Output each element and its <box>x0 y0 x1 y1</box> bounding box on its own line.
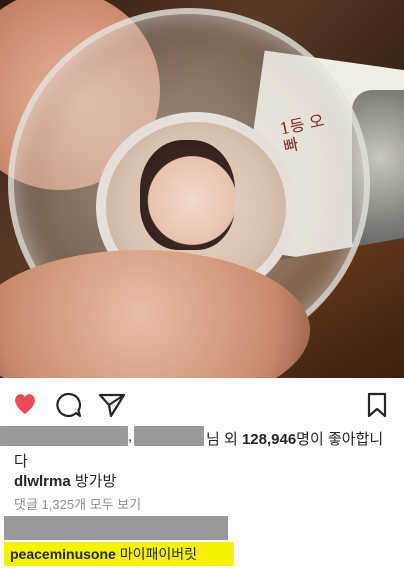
likes-text-wrap: 다 <box>14 453 28 470</box>
post-photo[interactable]: 1등 오빠 <box>0 0 404 378</box>
likes-row: , 님 외 128,946명이 좋아합니 <box>0 426 404 452</box>
caption-text: 방가방 <box>74 473 117 490</box>
likes-comma: , <box>128 428 133 445</box>
likes-count: 128,946 <box>241 431 297 448</box>
bookmark-icon[interactable] <box>366 392 388 418</box>
view-all-comments-link[interactable]: 댓글 1,325개 모두 보기 <box>14 494 141 513</box>
likes-text-after: 명이 좋아합니 <box>296 431 384 448</box>
action-bar <box>0 384 404 424</box>
redacted-comment <box>4 516 228 540</box>
redacted-username-2 <box>134 426 204 446</box>
likes-suffix-word: 님 외 <box>206 431 242 448</box>
photo-portrait <box>140 140 235 250</box>
likes-text[interactable]: 님 외 128,946명이 좋아합니 <box>206 428 383 449</box>
comment-username[interactable]: peaceminusone <box>10 546 116 562</box>
highlighted-comment: peaceminusone 마이패이버릿 <box>4 542 234 566</box>
share-icon[interactable] <box>98 392 126 418</box>
comment-icon[interactable] <box>56 392 82 418</box>
caption-username[interactable]: dlwlrma <box>14 473 71 490</box>
redacted-username-1 <box>0 426 128 446</box>
comment-text: 마이패이버릿 <box>119 546 197 562</box>
post-caption: dlwlrma 방가방 <box>14 470 116 491</box>
heart-icon[interactable] <box>12 392 38 416</box>
